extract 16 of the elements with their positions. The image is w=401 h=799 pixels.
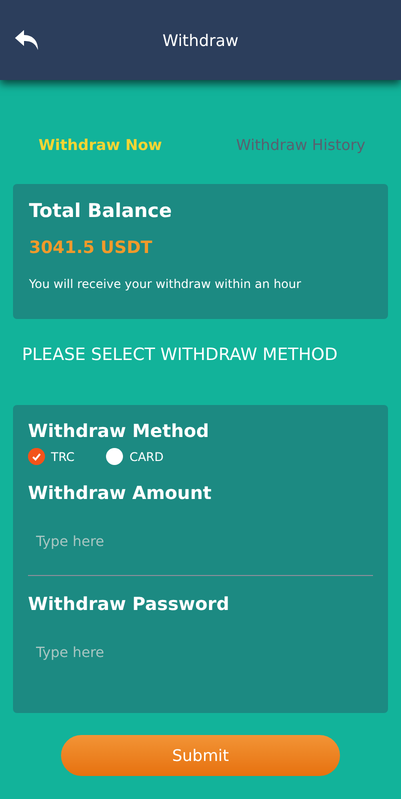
radio-option[interactable]: TRC xyxy=(28,448,74,465)
balance-title: Total Balance xyxy=(29,200,173,222)
back-icon[interactable] xyxy=(14,28,40,52)
page-title: Withdraw xyxy=(162,30,238,50)
field-label: Withdraw Method xyxy=(28,421,210,442)
submit-button[interactable]: Submit xyxy=(61,735,340,776)
radio-option[interactable]: CARD xyxy=(106,448,164,465)
input-field[interactable]: Type here xyxy=(28,508,373,576)
balance-amount: 3041.5 USDT xyxy=(29,238,154,258)
section-heading: PLEASE SELECT WITHDRAW METHOD xyxy=(22,345,339,365)
tab[interactable]: Withdraw Now xyxy=(0,136,200,154)
field-label: Withdraw Amount xyxy=(28,483,213,504)
tab[interactable]: Withdraw History xyxy=(200,136,401,154)
balance-note: You will receive your withdraw within an hour xyxy=(29,277,302,291)
field-label: Withdraw Password xyxy=(28,594,230,615)
input-field[interactable]: Type here xyxy=(28,619,373,687)
